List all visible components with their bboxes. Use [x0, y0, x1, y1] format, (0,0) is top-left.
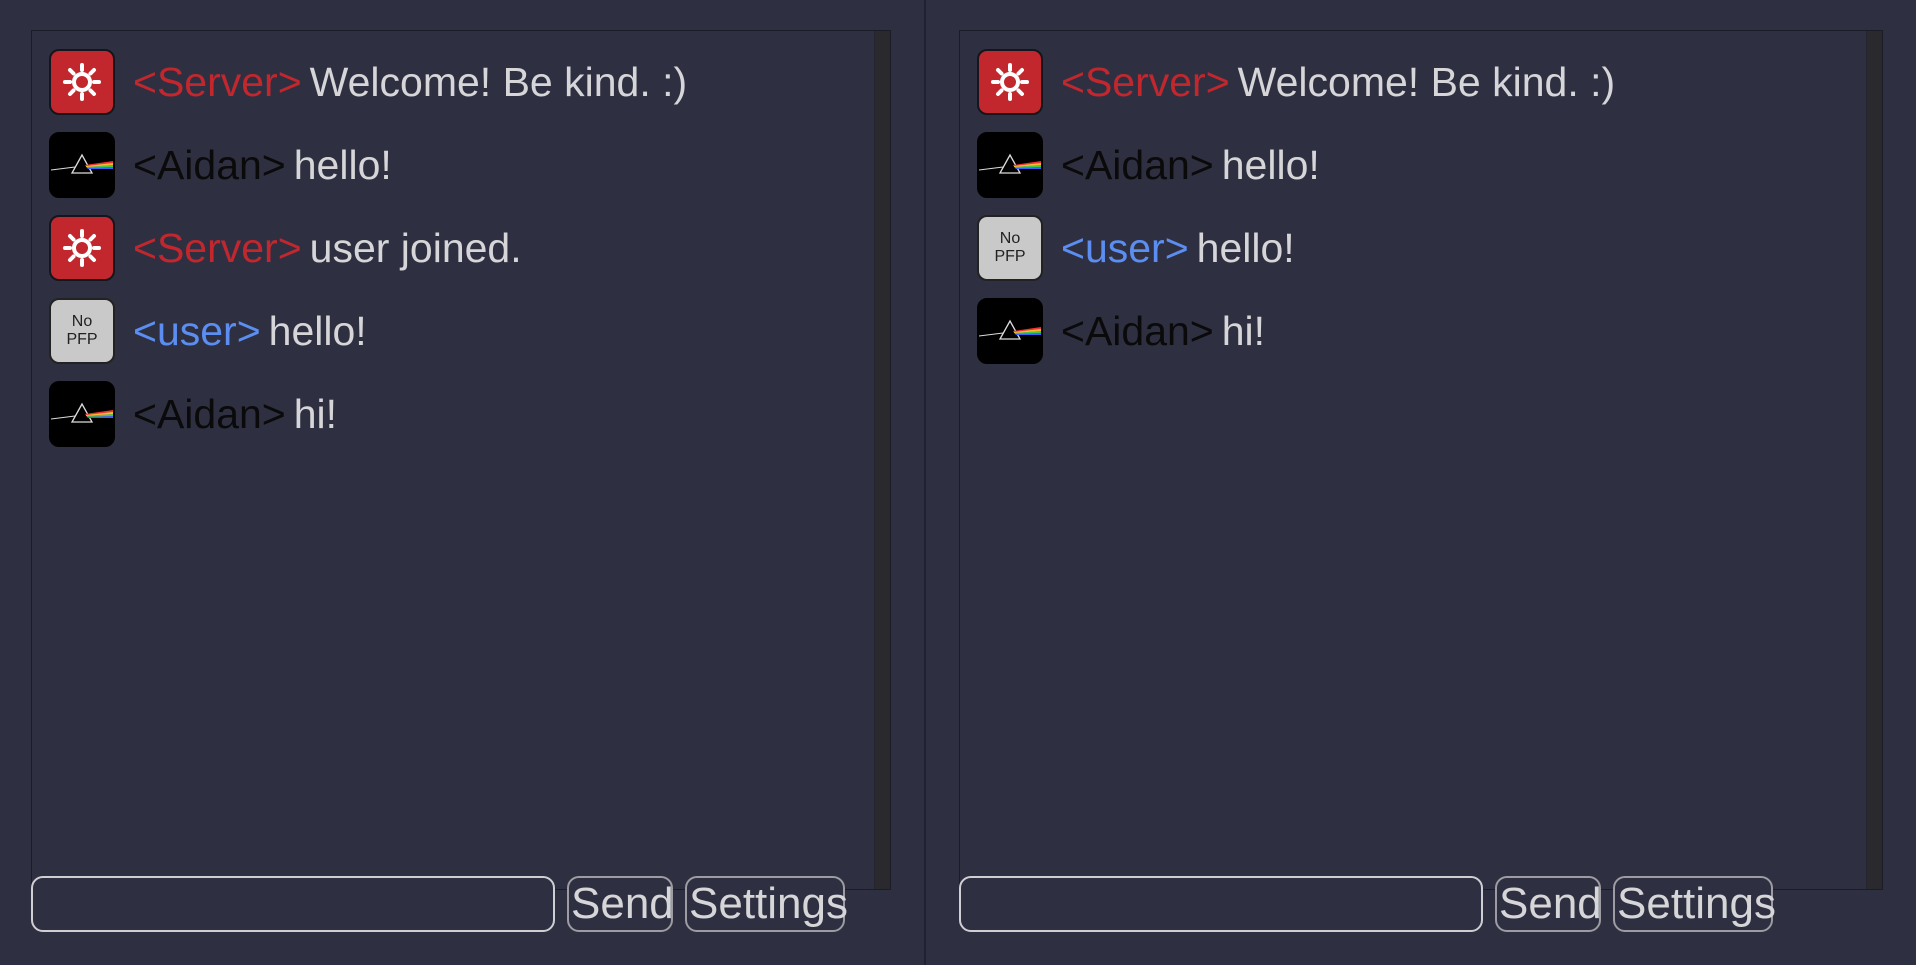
prism-avatar-icon	[49, 381, 115, 447]
message-list: <Server> Welcome! Be kind. :) <Aidan> hello…	[49, 48, 870, 463]
message-text: user joined.	[309, 224, 522, 271]
message-input[interactable]	[31, 876, 555, 932]
prism-avatar-icon	[49, 132, 115, 198]
no-pfp-label: No	[999, 230, 1021, 247]
no-pfp-avatar: No PFP	[977, 215, 1043, 281]
message-text: hi!	[1221, 307, 1266, 354]
message-log[interactable]: <Server> Welcome! Be kind. :) <Aidan> hello…	[959, 30, 1883, 890]
scrollbar[interactable]	[1866, 31, 1882, 889]
no-pfp-avatar: No PFP	[49, 298, 115, 364]
message-author: <Aidan>	[133, 141, 286, 188]
no-pfp-label: PFP	[994, 248, 1026, 265]
message-author: <Aidan>	[1061, 307, 1214, 354]
message-row: <Aidan> hello!	[977, 131, 1862, 199]
message-text: hi!	[293, 390, 338, 437]
message-author: <Aidan>	[133, 390, 286, 437]
message-row: <Aidan> hello!	[49, 131, 870, 199]
message-text: hello!	[293, 141, 392, 188]
chat-panel-right: <Server> Welcome! Be kind. :) <Aidan> hello…	[926, 0, 1916, 965]
message-row: <Server> user joined.	[49, 214, 870, 282]
prism-avatar-icon	[977, 132, 1043, 198]
message-list: <Server> Welcome! Be kind. :) <Aidan> hello…	[977, 48, 1862, 380]
message-log[interactable]: <Server> Welcome! Be kind. :) <Aidan> hello…	[31, 30, 891, 890]
input-bar: Send Settings	[959, 876, 1776, 932]
chat-panel-left: <Server> Welcome! Be kind. :) <Aidan> hello…	[0, 0, 924, 965]
input-bar: Send Settings	[31, 876, 848, 932]
message-text: Welcome! Be kind. :)	[309, 58, 688, 105]
message-author: <Aidan>	[1061, 141, 1214, 188]
prism-avatar-icon	[977, 298, 1043, 364]
server-gear-icon	[49, 215, 115, 281]
no-pfp-label: PFP	[66, 331, 98, 348]
message-author: <Server>	[133, 224, 302, 271]
settings-button[interactable]: Settings	[1613, 876, 1776, 932]
scrollbar[interactable]	[874, 31, 890, 889]
server-gear-icon	[49, 49, 115, 115]
server-gear-icon	[977, 49, 1043, 115]
message-text: hello!	[1221, 141, 1320, 188]
message-author: <Server>	[133, 58, 302, 105]
message-row: No PFP <user> hello!	[977, 214, 1862, 282]
settings-button[interactable]: Settings	[685, 876, 848, 932]
send-button[interactable]: Send	[567, 876, 674, 932]
message-text: Welcome! Be kind. :)	[1237, 58, 1616, 105]
send-button[interactable]: Send	[1495, 876, 1602, 932]
message-row: <Server> Welcome! Be kind. :)	[977, 48, 1862, 116]
message-text: hello!	[268, 307, 367, 354]
no-pfp-label: No	[71, 313, 93, 330]
message-row: No PFP <user> hello!	[49, 297, 870, 365]
message-author: <Server>	[1061, 58, 1230, 105]
message-row: <Server> Welcome! Be kind. :)	[49, 48, 870, 116]
chat-app: <Server> Welcome! Be kind. :) <Aidan> hello…	[0, 0, 1916, 965]
message-author: <user>	[133, 307, 261, 354]
message-row: <Aidan> hi!	[977, 297, 1862, 365]
message-author: <user>	[1061, 224, 1189, 271]
message-text: hello!	[1196, 224, 1295, 271]
message-row: <Aidan> hi!	[49, 380, 870, 448]
message-input[interactable]	[959, 876, 1483, 932]
